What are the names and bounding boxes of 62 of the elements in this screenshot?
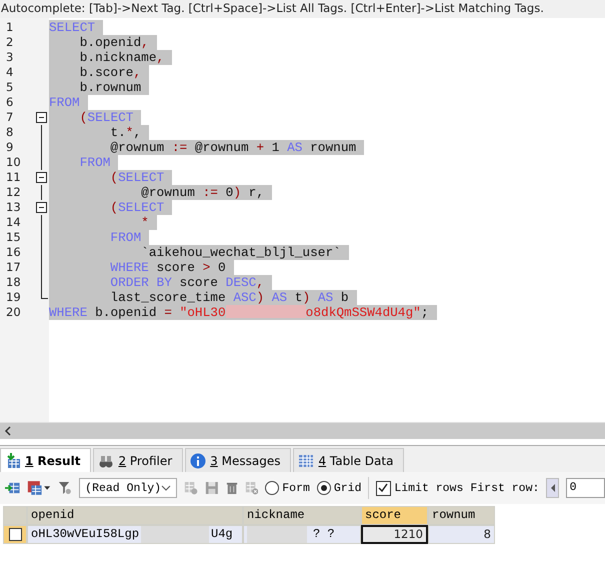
limit-rows-checkbox[interactable]: Limit rows: [376, 480, 464, 496]
mode-dropdown[interactable]: (Read Only): [79, 478, 178, 498]
autocomplete-hint: Autocomplete: [Tab]->Next Tag. [Ctrl+Space]->List All Tags. [Ctrl+Enter]->List Matching Tags.: [0, 0, 605, 18]
redaction-mark: [141, 526, 210, 543]
horizontal-scrollbar[interactable]: [0, 422, 605, 439]
trash-icon[interactable]: [226, 480, 238, 496]
grid-menu-icon[interactable]: [27, 479, 52, 497]
line-number: 7: [5, 110, 14, 125]
column-header[interactable]: openid: [27, 506, 243, 525]
triangle-left-icon: [550, 483, 556, 493]
line-number: 17: [5, 260, 22, 275]
line-number: 16: [5, 245, 22, 260]
line-number: 10: [5, 155, 22, 170]
line-number: 14: [5, 215, 22, 230]
line-number: 1: [5, 20, 14, 35]
collapse-icon[interactable]: [36, 202, 47, 213]
line-number: 9: [5, 140, 14, 155]
first-row-label: First row:: [470, 482, 540, 494]
view-radio[interactable]: Form: [265, 481, 310, 495]
row-header[interactable]: [3, 525, 27, 544]
first-row-field[interactable]: 0: [566, 478, 605, 498]
line-number: 18: [5, 275, 22, 290]
table-arrow-icon: [5, 452, 21, 468]
line-number: 8: [5, 125, 14, 140]
line-number: 13: [5, 200, 22, 215]
column-header[interactable]: rownum: [428, 506, 495, 525]
result-tab[interactable]: 3 Messages: [185, 448, 292, 472]
line-number: 5: [5, 80, 14, 95]
line-number: 12: [5, 185, 22, 200]
line-number: 4: [5, 65, 14, 80]
collapse-icon[interactable]: [36, 172, 47, 183]
line-number: 3: [5, 50, 14, 65]
view-radio[interactable]: Grid: [316, 481, 362, 495]
line-number: 2: [5, 35, 14, 50]
decrement-button[interactable]: [546, 478, 559, 498]
line-number: 6: [5, 95, 14, 110]
table-cell: oHL30wVEuI58Lgp U4g: [27, 525, 243, 544]
delete-row-icon[interactable]: [244, 480, 258, 496]
scroll-left-icon[interactable]: [4, 426, 12, 436]
collapse-icon[interactable]: [36, 112, 47, 123]
table-cell: 8: [428, 525, 495, 544]
table-cell: ? ?: [243, 525, 361, 544]
column-header[interactable]: score: [361, 506, 428, 525]
filter-icon[interactable]: [58, 480, 72, 496]
line-number: 11: [5, 170, 22, 185]
table-icon: [298, 452, 314, 468]
result-tab[interactable]: 1 Result: [0, 448, 92, 472]
checkmark-icon: [377, 482, 390, 494]
line-number: 19: [5, 290, 22, 305]
fold-line: [41, 185, 42, 200]
result-tab[interactable]: 4 Table Data: [293, 448, 404, 472]
line-number: 20: [5, 305, 22, 320]
import-icon[interactable]: [5, 480, 20, 496]
corner-header: [3, 506, 27, 525]
table-cell[interactable]: 1210: [361, 525, 428, 544]
row-checkbox[interactable]: [8, 528, 22, 541]
chevron-down-icon: [161, 485, 172, 491]
result-tab[interactable]: 2 Profiler: [93, 448, 184, 472]
column-header[interactable]: nickname: [243, 506, 361, 525]
info-icon: [190, 452, 206, 468]
redaction-mark: [247, 526, 307, 543]
line-number: 15: [5, 230, 22, 245]
